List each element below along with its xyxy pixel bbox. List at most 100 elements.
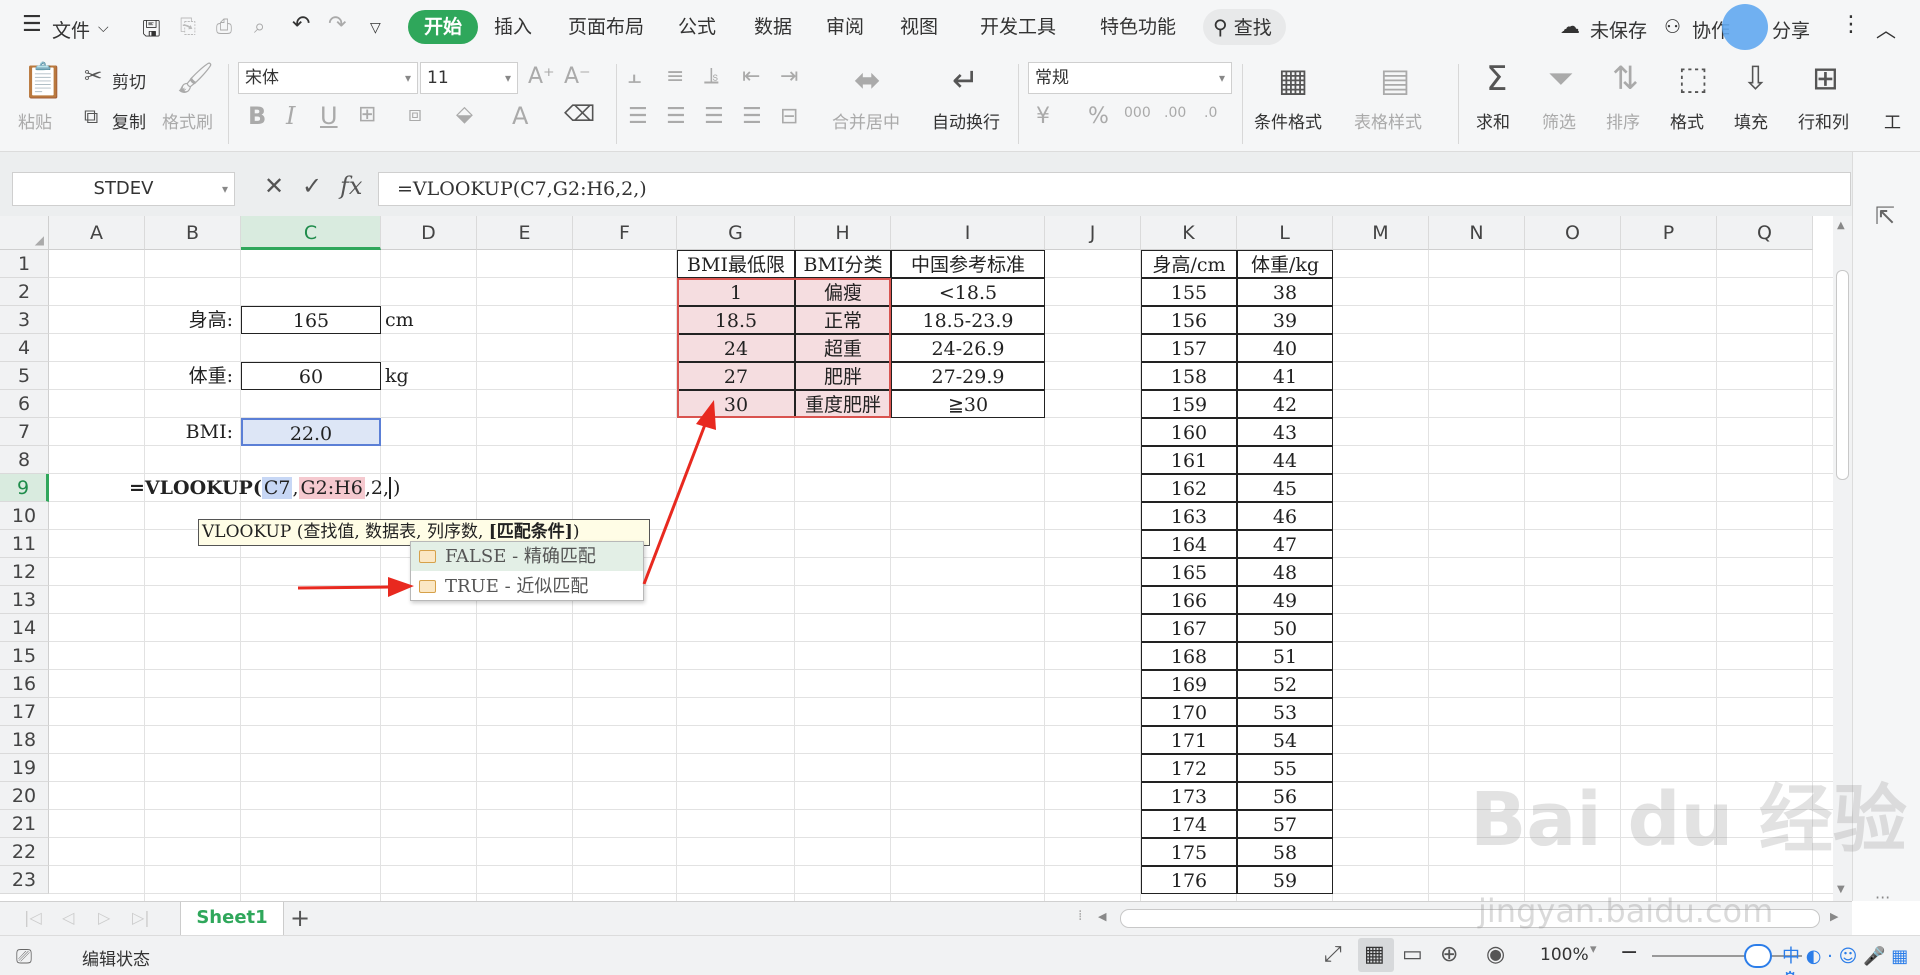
row-header[interactable]: 17	[0, 698, 49, 726]
bmi-result-cell[interactable]: 22.0	[241, 418, 381, 446]
tab-7[interactable]: 开发工具	[980, 10, 1056, 44]
scroll-right-icon[interactable]: ▶	[1830, 910, 1838, 923]
autocomplete-false-option[interactable]: FALSE - 精确匹配	[411, 542, 643, 571]
hw-table-cell[interactable]: 167	[1141, 614, 1237, 642]
sort-icon[interactable]: ⇅	[1612, 62, 1639, 94]
italic-icon[interactable]: I	[286, 104, 295, 128]
work-button[interactable]: 工	[1884, 108, 1901, 133]
row-header[interactable]: 18	[0, 726, 49, 754]
column-header[interactable]: K	[1141, 216, 1237, 250]
align-middle-icon[interactable]: ≡	[666, 66, 684, 88]
hw-table-cell[interactable]: 166	[1141, 586, 1237, 614]
search-button[interactable]: ⚲ 查找	[1203, 9, 1286, 45]
hw-table-cell[interactable]: 48	[1237, 558, 1333, 586]
row-header[interactable]: 9	[0, 474, 49, 502]
last-sheet-icon[interactable]: ▷|	[132, 908, 150, 927]
hw-table-cell[interactable]: 158	[1141, 362, 1237, 390]
row-header[interactable]: 12	[0, 558, 49, 586]
filter-icon[interactable]: ⏷	[1548, 62, 1574, 94]
hw-table-cell[interactable]: 159	[1141, 390, 1237, 418]
undo-icon[interactable]: ↶	[292, 12, 310, 37]
tab-0[interactable]: 开始	[408, 10, 479, 44]
column-header[interactable]: H	[795, 216, 891, 250]
increase-decimal-icon[interactable]: .00	[1164, 106, 1186, 120]
zoom-out-icon[interactable]: −	[1620, 940, 1638, 965]
height-input[interactable]: 165	[241, 306, 381, 334]
bmi-table-cell[interactable]: <18.5	[891, 278, 1045, 306]
conditional-format-icon[interactable]: ▦	[1278, 64, 1308, 96]
zoom-dropdown-icon[interactable]: ▾	[1590, 942, 1597, 957]
hw-table-cell[interactable]: 40	[1237, 334, 1333, 362]
font-color-icon[interactable]: A	[512, 104, 528, 128]
chevron-down-icon[interactable]: ⌵	[98, 20, 109, 36]
redo-icon[interactable]: ↷	[328, 12, 346, 37]
hw-table-cell[interactable]: 46	[1237, 502, 1333, 530]
bmi-table-cell[interactable]: 18.5-23.9	[891, 306, 1045, 334]
ime-badge[interactable]	[1744, 944, 1772, 968]
bmi-table-cell[interactable]: 1	[677, 278, 795, 306]
hw-table-cell[interactable]: 155	[1141, 278, 1237, 306]
hw-table-cell[interactable]: 49	[1237, 586, 1333, 614]
tab-5[interactable]: 审阅	[826, 10, 864, 44]
next-sheet-icon[interactable]: ▷	[98, 908, 110, 927]
row-header[interactable]: 23	[0, 866, 49, 894]
sort-button[interactable]: 排序	[1606, 108, 1640, 133]
hw-table-cell[interactable]: 160	[1141, 418, 1237, 446]
scroll-left-icon[interactable]: ◀	[1098, 910, 1106, 923]
bmi-table-cell[interactable]: 偏瘦	[795, 278, 891, 306]
row-header[interactable]: 22	[0, 838, 49, 866]
column-header[interactable]: O	[1525, 216, 1621, 250]
hw-table-cell[interactable]: 161	[1141, 446, 1237, 474]
autocomplete-true-option[interactable]: TRUE - 近似匹配	[411, 572, 643, 601]
currency-icon[interactable]: ¥	[1036, 106, 1050, 128]
align-left-icon[interactable]: ☰	[628, 106, 648, 128]
hw-table-cell[interactable]: 42	[1237, 390, 1333, 418]
cell-style-icon[interactable]: ⧈	[408, 104, 422, 126]
zoom-slider[interactable]	[1652, 955, 1802, 957]
cursor-icon[interactable]: ⇱	[1875, 202, 1895, 230]
justify-icon[interactable]: ☰	[742, 106, 762, 128]
fill-icon[interactable]: ⇩	[1742, 62, 1769, 94]
collapse-ribbon-icon[interactable]: ︿	[1876, 14, 1896, 43]
align-center-icon[interactable]: ☰	[666, 106, 686, 128]
row-header[interactable]: 13	[0, 586, 49, 614]
fill-color-icon[interactable]: ⬙	[456, 104, 473, 126]
hw-table-cell[interactable]: 168	[1141, 642, 1237, 670]
weight-input[interactable]: 60	[241, 362, 381, 390]
page-layout-icon[interactable]: ▭	[1402, 942, 1423, 967]
hw-table-cell[interactable]: 169	[1141, 670, 1237, 698]
font-name-select[interactable]: 宋体 ▾	[238, 62, 418, 94]
row-header[interactable]: 3	[0, 306, 49, 334]
column-header[interactable]: A	[49, 216, 145, 250]
row-header[interactable]: 8	[0, 446, 49, 474]
formula-input[interactable]: =VLOOKUP(C7,G2:H6,2,)	[378, 172, 1851, 206]
hw-table-cell[interactable]: 173	[1141, 782, 1237, 810]
ime-toolbar-icon[interactable]: 中 ◐ · ☺ 🎤 ▦ ⚙	[1782, 942, 1920, 975]
align-bottom-icon[interactable]: ⫡	[704, 66, 719, 88]
bmi-table-cell[interactable]: 24	[677, 334, 795, 362]
distribute-icon[interactable]: ⊟	[780, 106, 798, 128]
row-header[interactable]: 11	[0, 530, 49, 558]
first-sheet-icon[interactable]: |◁	[24, 908, 42, 927]
hw-table-cell[interactable]: 39	[1237, 306, 1333, 334]
row-col-button[interactable]: 行和列	[1798, 108, 1849, 133]
sheet-tab[interactable]: Sheet1	[180, 902, 284, 935]
fullscreen-icon[interactable]: ⤢	[1324, 942, 1342, 967]
bmi-table-cell[interactable]: 正常	[795, 306, 891, 334]
macro-icon[interactable]: ⎚	[16, 944, 32, 968]
filter-button[interactable]: 筛选	[1542, 108, 1576, 133]
avatar[interactable]	[1722, 4, 1768, 50]
hw-table-cell[interactable]: 57	[1237, 810, 1333, 838]
decrease-decimal-icon[interactable]: .0	[1204, 106, 1217, 120]
hw-table-cell[interactable]: 163	[1141, 502, 1237, 530]
more-icon[interactable]: ⋮	[1840, 12, 1862, 37]
row-header[interactable]: 10	[0, 502, 49, 530]
scissors-icon[interactable]: ✂	[84, 66, 102, 88]
indent-increase-icon[interactable]: ⇥	[780, 66, 798, 88]
column-header[interactable]: E	[477, 216, 573, 250]
bmi-table-cell[interactable]: 27-29.9	[891, 362, 1045, 390]
scroll-down-icon[interactable]: ▼	[1837, 884, 1845, 895]
name-box[interactable]: STDEV ▾	[12, 172, 235, 206]
eye-protect-icon[interactable]: ◉	[1486, 942, 1505, 967]
paste-button[interactable]: 粘贴	[18, 108, 52, 133]
